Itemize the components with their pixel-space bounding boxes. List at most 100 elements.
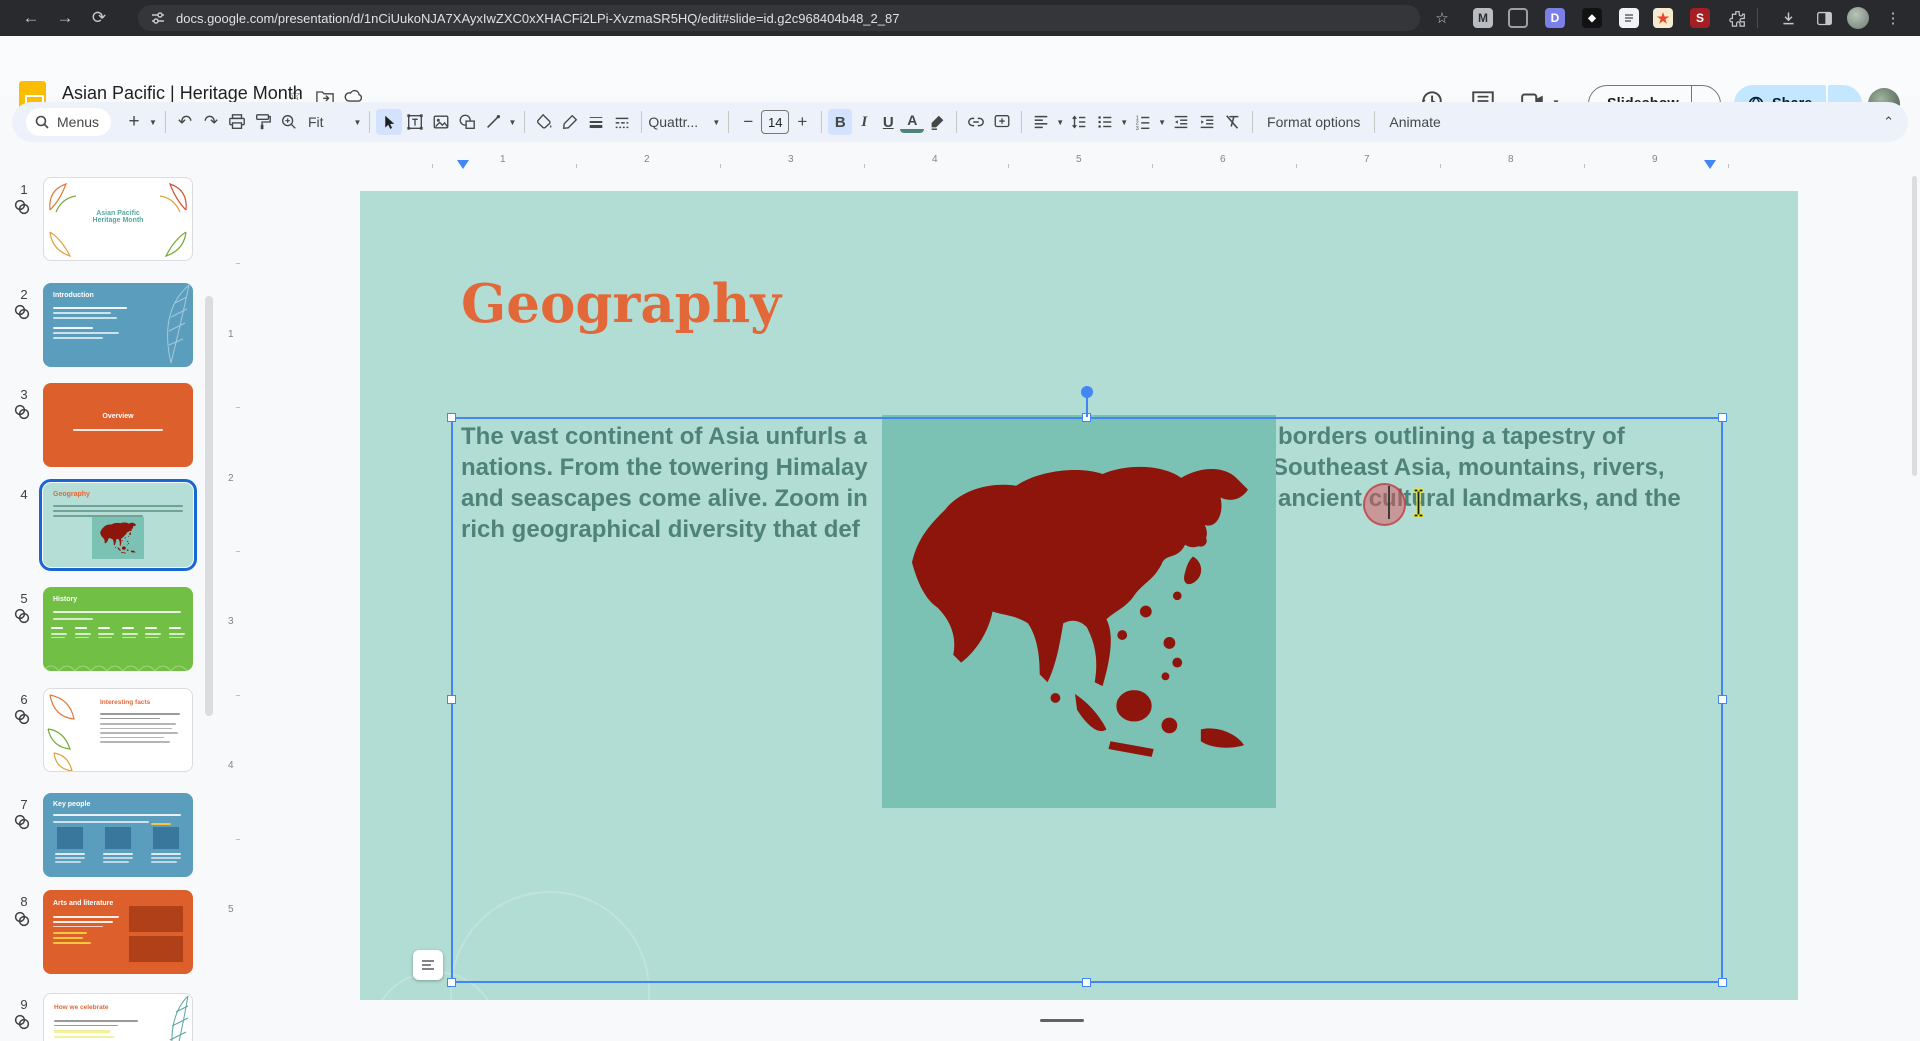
print-button[interactable] [224,109,250,135]
clear-formatting-button[interactable] [1220,109,1246,135]
left-indent-marker[interactable] [457,160,469,169]
slide-thumbnail-6[interactable]: Interesting facts [43,688,193,772]
downloads-icon[interactable] [1776,6,1800,30]
underline-button[interactable]: U [876,109,900,135]
extension-m-icon[interactable]: M [1473,8,1493,28]
autofit-options-button[interactable] [413,950,443,980]
site-settings-icon[interactable] [150,10,166,26]
resize-handle-s[interactable] [1082,978,1091,987]
text-color-button[interactable]: A [900,111,924,133]
body-text-line[interactable]: and seascapes come alive. Zoom in [461,485,885,513]
bookmark-star-icon[interactable]: ☆ [1430,6,1454,30]
resize-handle-sw[interactable] [447,978,456,987]
align-button[interactable] [1028,109,1054,135]
collapse-toolbar-icon[interactable]: ⌃ [1883,114,1894,130]
ruler-number: 9 [1652,154,1658,165]
insert-link-button[interactable] [963,109,989,135]
select-tool-button[interactable] [376,109,402,135]
thumbnail-text-lines [53,916,119,944]
slide-thumbnail-2[interactable]: Introduction [43,283,193,367]
body-text-line[interactable]: The vast continent of Asia unfurls a [461,423,885,451]
numbered-list-button[interactable]: 123 [1130,109,1156,135]
slide-thumbnail-5[interactable]: History [43,587,193,671]
resize-handle-e[interactable] [1718,695,1727,704]
numbered-list-caret[interactable]: ▼ [1158,118,1166,127]
slide-thumbnail-9[interactable]: How we celebrate [43,993,193,1041]
insert-image-button[interactable] [428,109,454,135]
resize-handle-ne[interactable] [1718,413,1727,422]
slide-thumbnail-1[interactable]: Asian Pacific Heritage Month [43,177,193,261]
undo-button[interactable]: ↶ [172,109,198,135]
font-family-caret[interactable]: ▼ [712,118,720,127]
zoom-button[interactable] [276,109,302,135]
body-text-line[interactable]: rich geographical diversity that def [461,516,885,544]
insert-line-button[interactable] [480,109,506,135]
font-family-select[interactable]: Quattr... [648,114,710,130]
extension-list-icon[interactable] [1619,8,1639,28]
slide-thumbnail-3[interactable]: Overview [43,383,193,467]
extension-emblem-icon[interactable]: ◆ [1582,8,1602,28]
thumbnail-image-placeholder [129,906,183,932]
right-indent-marker[interactable] [1704,160,1716,169]
extension-s-icon[interactable]: S [1690,8,1710,28]
new-slide-caret[interactable]: ▼ [149,118,157,127]
side-panel-icon[interactable] [1812,6,1836,30]
speaker-notes-splitter[interactable] [1040,1019,1084,1022]
extension-star-icon[interactable]: ★ [1653,8,1673,28]
browser-back-button[interactable]: ← [14,4,48,32]
increase-indent-button[interactable] [1194,109,1220,135]
extension-d-icon[interactable]: D [1545,8,1565,28]
slide-thumbnail-4[interactable]: Geography [43,483,193,567]
slide-thumbnail-7[interactable]: Key people [43,793,193,877]
body-text-line[interactable]: Southeast Asia, mountains, rivers, [1272,454,1665,482]
increase-font-size-button[interactable]: + [789,109,815,135]
resize-handle-se[interactable] [1718,978,1727,987]
bulleted-list-caret[interactable]: ▼ [1120,118,1128,127]
search-menus-button[interactable]: Menus [26,108,111,136]
border-color-button[interactable] [557,109,583,135]
animate-button[interactable]: Animate [1381,114,1448,130]
format-options-button[interactable]: Format options [1259,114,1368,130]
bold-button[interactable]: B [828,109,852,135]
zoom-fit-caret[interactable]: ▼ [354,118,362,127]
redo-button[interactable]: ↷ [198,109,224,135]
highlight-color-button[interactable] [924,109,950,135]
border-weight-button[interactable] [583,109,609,135]
line-spacing-button[interactable] [1066,109,1092,135]
rotation-handle[interactable] [1081,386,1093,398]
bulleted-list-button[interactable] [1092,109,1118,135]
browser-forward-button[interactable]: → [48,4,82,32]
paint-format-button[interactable] [250,109,276,135]
zoom-fit-select[interactable]: Fit [308,114,324,130]
slide-title-text[interactable]: Geography [461,273,781,335]
body-text-line[interactable]: nations. From the towering Himalay [461,454,885,482]
browser-menu-icon[interactable]: ⋮ [1881,6,1905,30]
insert-line-caret[interactable]: ▼ [508,118,516,127]
asia-map-image[interactable] [882,415,1276,808]
border-dash-button[interactable] [609,109,635,135]
body-text-line[interactable]: ancient cultural landmarks, and the [1278,485,1681,513]
slide-thumbnail-8[interactable]: Arts and literature [43,890,193,974]
fill-color-button[interactable] [531,109,557,135]
decrease-font-size-button[interactable]: − [735,109,761,135]
canvas-scrollbar[interactable] [1912,176,1917,476]
italic-button[interactable]: I [852,109,876,135]
font-size-input[interactable]: 14 [761,110,789,134]
new-slide-button[interactable]: + [121,109,147,135]
text-box-button[interactable] [402,109,428,135]
resize-handle-w[interactable] [447,695,456,704]
resize-handle-nw[interactable] [447,413,456,422]
decrease-indent-button[interactable] [1168,109,1194,135]
insert-shape-button[interactable] [454,109,480,135]
ruler-tick [1152,164,1153,168]
address-bar[interactable]: docs.google.com/presentation/d/1nCiUukoN… [138,5,1420,31]
align-caret[interactable]: ▼ [1056,118,1064,127]
add-comment-button[interactable] [989,109,1015,135]
filmstrip-scrollbar[interactable] [205,296,213,716]
document-title[interactable]: Asian Pacific | Heritage Month [62,83,303,104]
extension-circle-icon[interactable] [1508,8,1528,28]
extensions-puzzle-icon[interactable] [1725,6,1749,30]
browser-reload-button[interactable]: ⟳ [82,4,116,32]
browser-profile-avatar[interactable] [1847,7,1869,29]
body-text-line[interactable]: borders outlining a tapestry of [1278,423,1625,451]
